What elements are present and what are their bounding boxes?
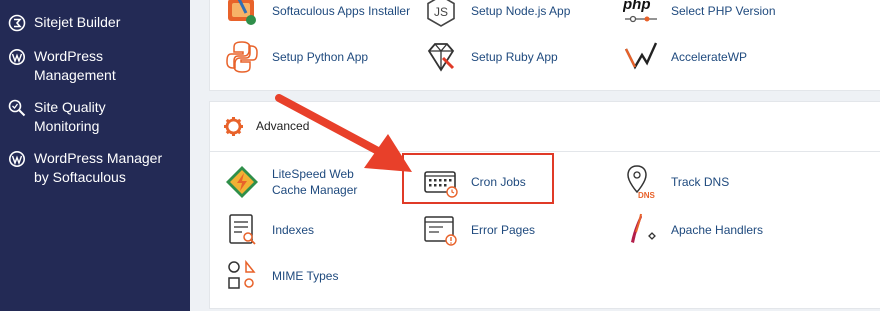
app-label: Indexes bbox=[272, 223, 315, 237]
advanced-header[interactable]: Advanced bbox=[210, 102, 880, 152]
sidebar: Sitejet Builder WordPress Management Sit… bbox=[0, 0, 190, 311]
sidebar-item-wordpress-management[interactable]: WordPress Management bbox=[8, 47, 128, 85]
app-label: Setup Python App bbox=[272, 50, 369, 64]
app-label: Apache Handlers bbox=[671, 223, 764, 237]
app-label: Select PHP Version bbox=[671, 4, 776, 18]
litespeed-icon bbox=[226, 166, 258, 198]
app-indexes[interactable]: Indexes bbox=[224, 212, 314, 248]
app-mime-types[interactable]: MIME Types bbox=[224, 258, 338, 294]
section-title: Advanced bbox=[256, 119, 310, 133]
app-acceleratewp[interactable]: AccelerateWP bbox=[623, 39, 747, 75]
app-php[interactable]: php Select PHP Version bbox=[623, 0, 776, 29]
svg-text:php: php bbox=[623, 0, 651, 13]
software-panel: Softaculous Apps Installer JS Setup Node… bbox=[209, 0, 880, 91]
sidebar-item-site-quality-monitoring[interactable]: Site Quality Monitoring bbox=[8, 98, 128, 136]
app-python[interactable]: Setup Python App bbox=[224, 39, 368, 75]
svg-text:JS: JS bbox=[434, 5, 448, 19]
app-label: Error Pages bbox=[471, 223, 536, 237]
app-label: Setup Node.js App bbox=[471, 4, 571, 18]
app-apache-handlers[interactable]: Apache Handlers bbox=[623, 212, 763, 248]
sidebar-item-label: WordPress Manager by Softaculous bbox=[34, 150, 163, 185]
error-pages-icon bbox=[424, 216, 457, 246]
advanced-panel: Advanced LiteSpeed Web Cache Manager Cro… bbox=[209, 101, 880, 309]
sidebar-item-label: Site Quality Monitoring bbox=[34, 99, 106, 134]
php-icon: php bbox=[623, 0, 657, 23]
app-label: Softaculous Apps Installer bbox=[272, 4, 411, 18]
mime-types-icon bbox=[228, 259, 256, 289]
app-nodejs[interactable]: JS Setup Node.js App bbox=[423, 0, 570, 29]
site-quality-icon bbox=[8, 99, 26, 117]
acceleratewp-icon bbox=[624, 42, 658, 70]
app-ruby[interactable]: Setup Ruby App bbox=[423, 39, 558, 75]
app-label: Track DNS bbox=[671, 175, 730, 189]
app-label: LiteSpeed Web Cache Manager bbox=[272, 167, 358, 197]
ruby-icon bbox=[427, 43, 455, 72]
indexes-icon bbox=[229, 214, 256, 245]
sidebar-item-label: WordPress Management bbox=[34, 48, 116, 83]
python-icon bbox=[226, 41, 258, 73]
track-dns-icon: DNS bbox=[627, 165, 656, 200]
highlight-box bbox=[402, 153, 554, 204]
sitejet-icon bbox=[8, 14, 26, 32]
app-litespeed[interactable]: LiteSpeed Web Cache Manager bbox=[224, 164, 384, 200]
softaculous-icon bbox=[228, 0, 256, 25]
app-label: Setup Ruby App bbox=[471, 50, 558, 64]
sidebar-item-label: Sitejet Builder bbox=[34, 14, 121, 30]
nodejs-icon: JS bbox=[427, 0, 455, 27]
app-label: MIME Types bbox=[272, 269, 339, 283]
app-error-pages[interactable]: Error Pages bbox=[423, 212, 535, 248]
svg-text:DNS: DNS bbox=[638, 191, 656, 200]
sidebar-item-sitejet-builder[interactable]: Sitejet Builder bbox=[8, 13, 120, 32]
gear-icon bbox=[224, 117, 243, 136]
app-softaculous[interactable]: Softaculous Apps Installer bbox=[224, 0, 410, 29]
sidebar-item-wordpress-manager-softaculous[interactable]: WordPress Manager by Softaculous bbox=[8, 149, 178, 187]
app-track-dns[interactable]: DNS Track DNS bbox=[623, 164, 729, 200]
wordpress-icon bbox=[9, 151, 25, 167]
wordpress-icon bbox=[9, 49, 25, 65]
apache-handlers-icon bbox=[631, 213, 656, 243]
app-label: AccelerateWP bbox=[671, 50, 748, 64]
